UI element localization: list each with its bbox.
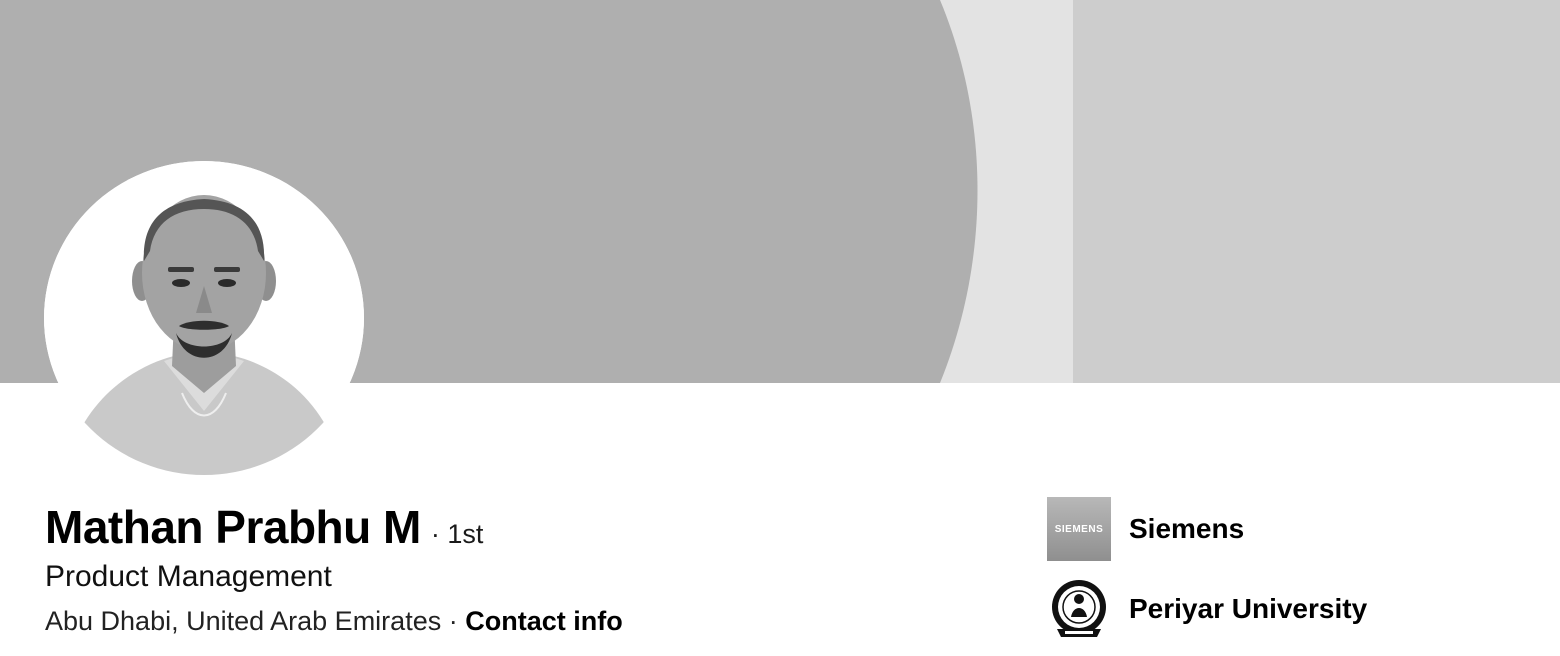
profile-photo-portrait — [44, 161, 364, 475]
contact-info-link[interactable]: Contact info — [465, 606, 622, 636]
location-row: Abu Dhabi, United Arab Emirates · Contac… — [45, 606, 623, 637]
education-periyar-university[interactable]: Periyar University — [1047, 577, 1367, 641]
siemens-logo-text: SIEMENS — [1054, 523, 1104, 535]
periyar-university-emblem — [1047, 577, 1111, 641]
current-company-siemens[interactable]: SIEMENS Siemens — [1047, 497, 1244, 561]
connection-degree: · 1st — [430, 519, 484, 549]
university-emblem-icon — [1052, 580, 1106, 637]
location-separator: · — [448, 606, 458, 636]
profile-headline: Product Management — [45, 560, 332, 593]
company-name: Siemens — [1129, 513, 1245, 544]
profile-location: Abu Dhabi, United Arab Emirates — [45, 606, 442, 636]
profile-name-row: Mathan Prabhu M · 1st — [45, 500, 483, 554]
school-name: Periyar University — [1129, 593, 1368, 624]
siemens-logo: SIEMENS — [1047, 497, 1111, 561]
profile-name: Mathan Prabhu M — [45, 501, 421, 553]
profile-page: Mathan Prabhu M · 1st Product Management… — [0, 0, 1560, 656]
profile-photo[interactable] — [44, 161, 364, 475]
